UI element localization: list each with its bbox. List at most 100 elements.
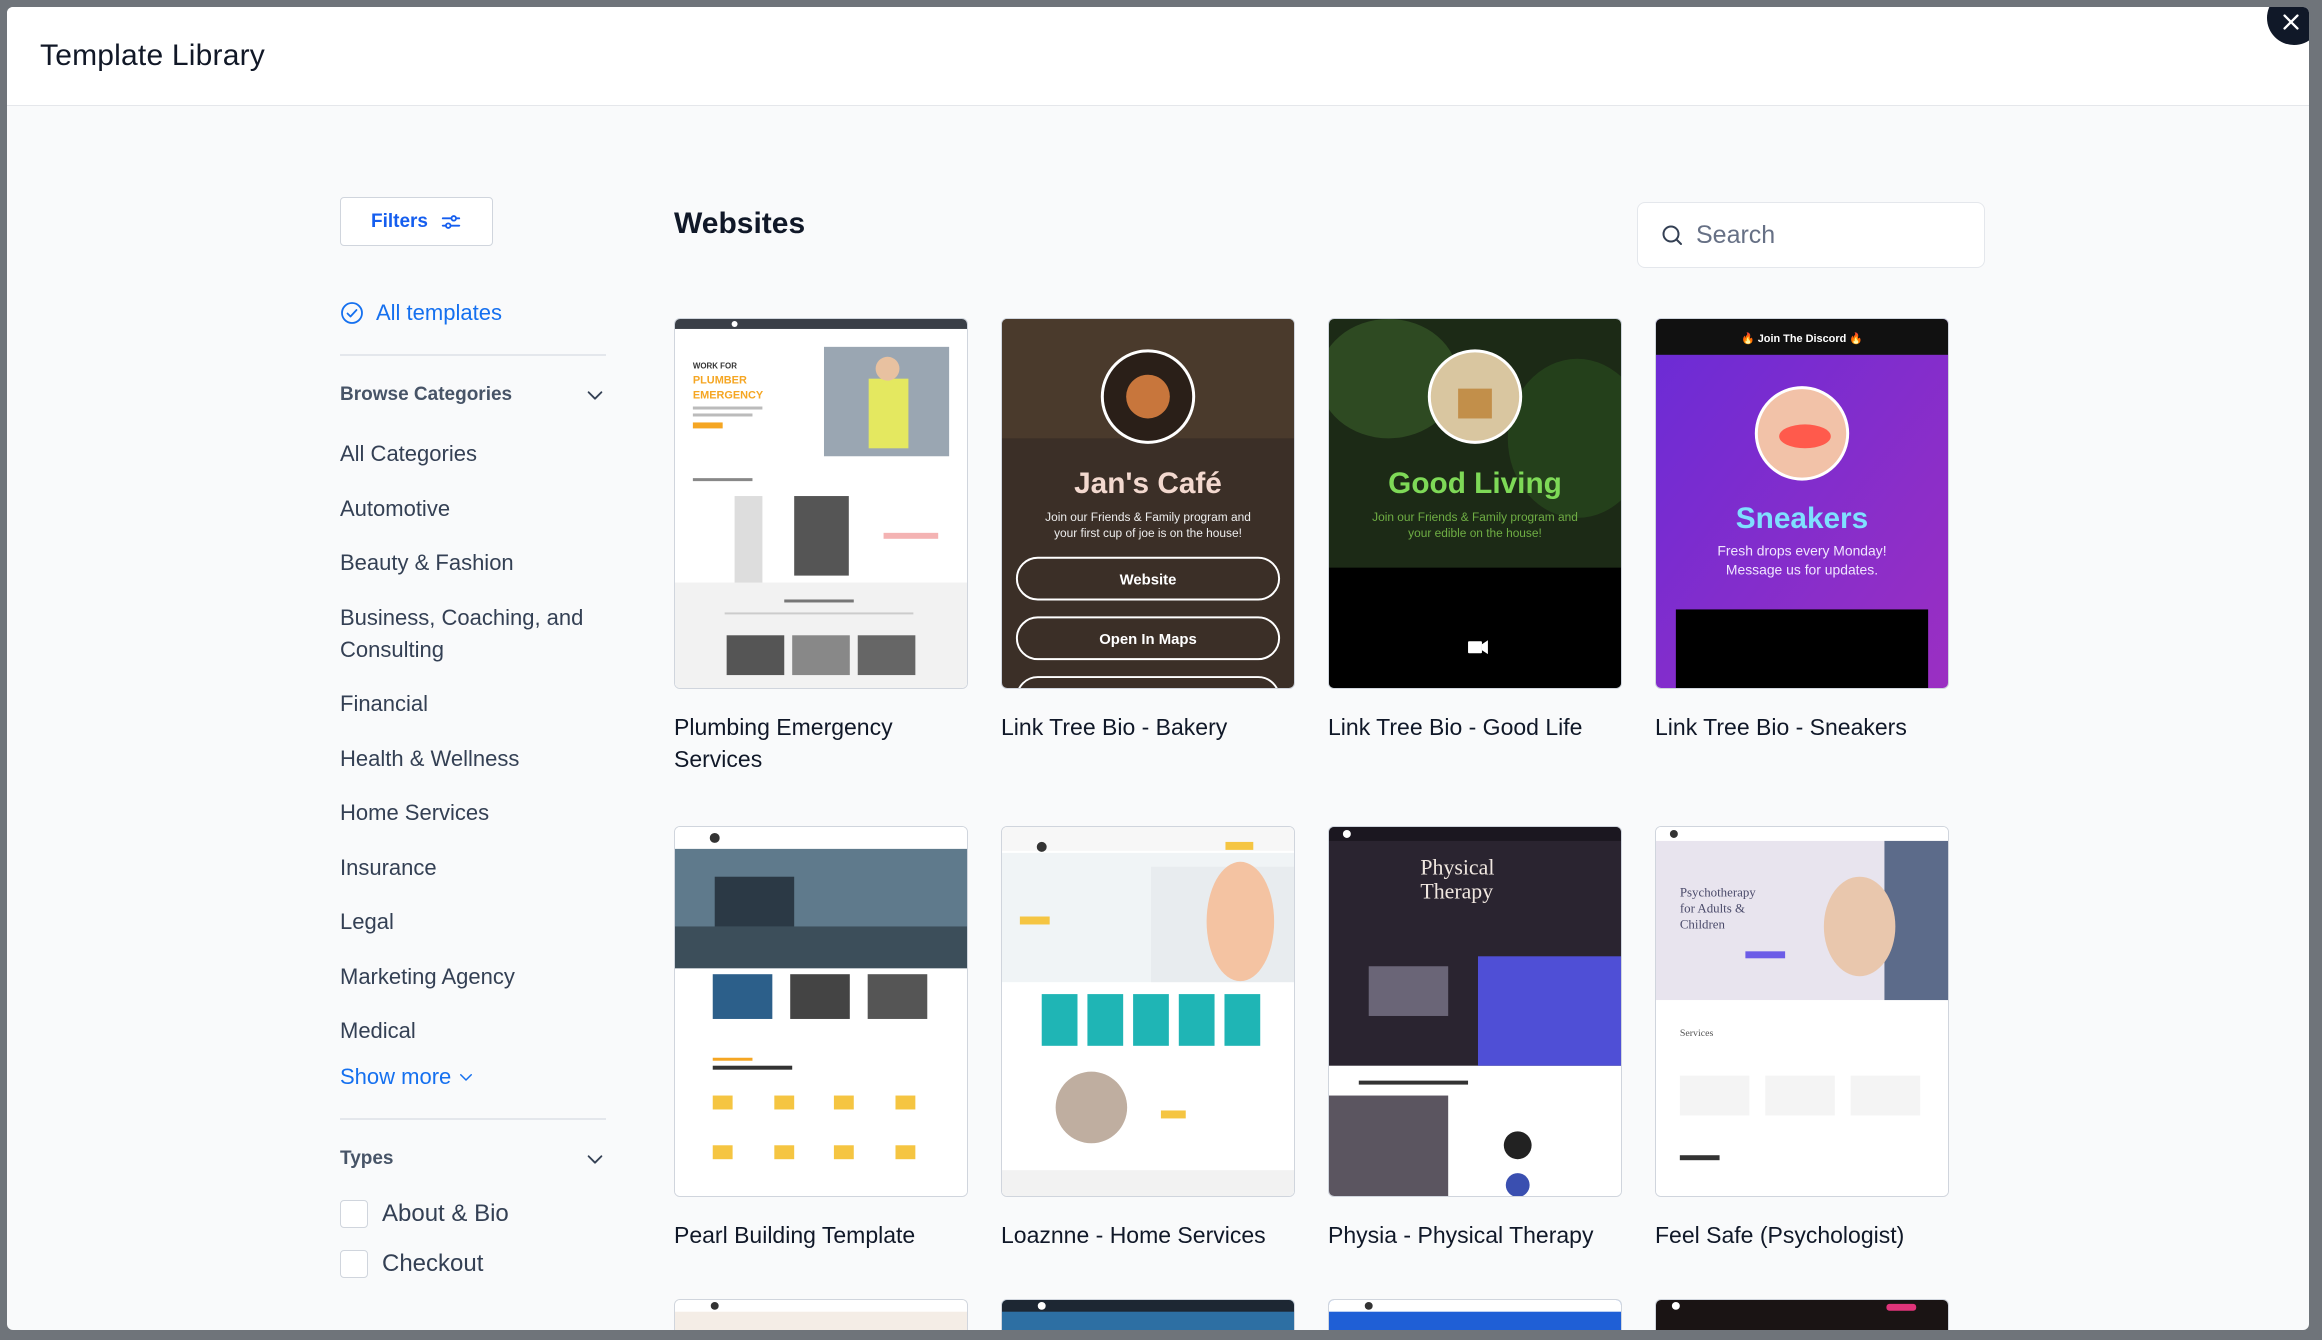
template-thumbnail[interactable]: Jan's Café Join our Friends & Family pro… [1001, 318, 1295, 689]
template-title[interactable]: Link Tree Bio - Good Life [1328, 711, 1622, 743]
svg-text:EMERGENCY: EMERGENCY [693, 390, 764, 402]
type-checkbox[interactable] [340, 1249, 368, 1278]
types-label: Types [340, 1147, 394, 1169]
template-title[interactable]: Loaznne - Home Services [1001, 1219, 1295, 1251]
plumbing-preview-image: WORK FOR PLUMBER EMERGENCY [675, 319, 967, 688]
show-more-link[interactable]: Show more [340, 1064, 610, 1090]
modal-title: Template Library [40, 39, 265, 72]
template-title[interactable]: Plumbing Emergency Services [674, 711, 968, 775]
template-preview-image [1656, 1300, 1948, 1330]
template-card[interactable]: Good Living Join our Friends & Family pr… [1328, 318, 1622, 743]
svg-text:Fresh drops every Monday!: Fresh drops every Monday! [1717, 543, 1886, 559]
svg-text:Sneakers: Sneakers [1736, 502, 1868, 535]
chevron-down-icon [460, 1073, 473, 1081]
sidebar: Filters All templates Browse Categories … [340, 197, 610, 1278]
type-label: About & Bio [382, 1199, 509, 1227]
template-card[interactable]: Loaznne - Home Services [1001, 826, 1295, 1251]
section-title: Websites [674, 207, 806, 240]
svg-text:Services: Services [1680, 1028, 1714, 1039]
all-templates-label: All templates [376, 300, 502, 325]
filters-button[interactable]: Filters [340, 197, 493, 246]
all-templates-link[interactable]: All templates [340, 300, 610, 326]
template-thumbnail[interactable]: Good Living Join our Friends & Family pr… [1328, 318, 1622, 689]
template-card[interactable] [1328, 1299, 1622, 1330]
template-title[interactable]: Link Tree Bio - Bakery [1001, 711, 1295, 743]
svg-text:your edible on the house!: your edible on the house! [1408, 526, 1542, 540]
sneakers-preview-image: 🔥 Join The Discord 🔥 Sneakers Fresh drop… [1656, 319, 1948, 688]
type-label: Checkout [382, 1249, 484, 1277]
template-title[interactable]: Link Tree Bio - Sneakers [1655, 711, 1949, 743]
feel-safe-preview-image: Psychotherapy for Adults & Children Serv… [1656, 827, 1948, 1196]
template-card[interactable]: Pearl Building Template [674, 826, 968, 1251]
category-item-automotive[interactable]: Automotive [340, 493, 606, 525]
template-card[interactable] [1655, 1299, 1949, 1330]
sidebar-divider [340, 1117, 606, 1120]
search-input[interactable]: Search [1637, 202, 1985, 268]
category-item-beauty-fashion[interactable]: Beauty & Fashion [340, 547, 606, 579]
template-card[interactable]: 🔥 Join The Discord 🔥 Sneakers Fresh drop… [1655, 318, 1949, 743]
svg-text:Physical: Physical [1420, 856, 1494, 880]
svg-text:Open In Maps: Open In Maps [1099, 632, 1197, 648]
svg-text:PLUMBER: PLUMBER [693, 375, 747, 387]
chevron-down-icon [587, 391, 603, 400]
show-more-label: Show more [340, 1063, 452, 1089]
svg-text:Join our Friends & Family prog: Join our Friends & Family program and [1372, 510, 1578, 524]
template-thumbnail[interactable] [1001, 1299, 1295, 1330]
browse-categories-toggle[interactable]: Browse Categories [340, 384, 606, 406]
filters-sliders-icon [441, 214, 461, 229]
chevron-down-icon [587, 1154, 603, 1164]
physia-preview-image: Physical Therapy [1329, 827, 1621, 1196]
template-thumbnail[interactable] [674, 826, 968, 1197]
template-library-modal: Template Library Filters All templates B… [7, 7, 2309, 1330]
template-thumbnail[interactable] [1001, 826, 1295, 1197]
template-thumbnail[interactable]: Psychotherapy for Adults & Children Serv… [1655, 826, 1949, 1197]
svg-text:your first cup of joe is on th: your first cup of joe is on the house! [1054, 526, 1242, 540]
pearl-building-preview-image [675, 827, 967, 1196]
filters-label: Filters [370, 210, 429, 232]
template-thumbnail[interactable]: Physical Therapy [1328, 826, 1622, 1197]
svg-text:WORK FOR: WORK FOR [693, 362, 737, 371]
category-item-medical[interactable]: Medical [340, 1015, 606, 1047]
type-checkbox[interactable] [340, 1199, 368, 1228]
types-toggle[interactable]: Types [340, 1148, 606, 1170]
template-card[interactable]: WORK FOR PLUMBER EMERGENCY Plumbing Emer… [674, 318, 968, 775]
svg-text:Message us for updates.: Message us for updates. [1726, 562, 1878, 578]
template-card[interactable] [1001, 1299, 1295, 1330]
category-item-business[interactable]: Business, Coaching, and Consulting [340, 602, 606, 666]
browse-categories-label: Browse Categories [340, 384, 513, 405]
type-option-checkout[interactable]: Checkout [340, 1249, 610, 1278]
loaznne-preview-image [1002, 827, 1294, 1196]
sidebar-divider [340, 354, 606, 356]
category-item-financial[interactable]: Financial [340, 688, 606, 720]
type-option-about-bio[interactable]: About & Bio [340, 1199, 610, 1228]
template-thumbnail[interactable] [1328, 1299, 1622, 1330]
svg-text:🔥 Join The Discord 🔥: 🔥 Join The Discord 🔥 [1741, 332, 1863, 345]
template-thumbnail[interactable]: 🔥 Join The Discord 🔥 Sneakers Fresh drop… [1655, 318, 1949, 689]
template-card[interactable]: Psychotherapy for Adults & Children Serv… [1655, 826, 1949, 1251]
svg-text:Join our Friends & Family prog: Join our Friends & Family program and [1045, 510, 1251, 524]
search-icon [1662, 225, 1682, 245]
template-card[interactable]: Physical Therapy Physia - Physical Thera… [1328, 826, 1622, 1251]
template-title[interactable]: Pearl Building Template [674, 1219, 968, 1251]
template-thumbnail[interactable]: WORK FOR PLUMBER EMERGENCY [674, 318, 968, 689]
close-icon [2283, 14, 2299, 30]
category-item-all[interactable]: All Categories [340, 438, 606, 470]
template-card[interactable]: Jan's Café Join our Friends & Family pro… [1001, 318, 1295, 743]
category-item-health[interactable]: Health & Wellness [340, 743, 606, 775]
template-thumbnail[interactable] [674, 1299, 968, 1330]
template-thumbnail[interactable] [1655, 1299, 1949, 1330]
template-preview-image [1002, 1300, 1294, 1330]
svg-text:for Adults &: for Adults & [1680, 901, 1745, 916]
template-title[interactable]: Feel Safe (Psychologist) [1655, 1219, 1949, 1251]
search-placeholder: Search [1696, 220, 1776, 249]
template-card[interactable] [674, 1299, 968, 1330]
category-item-marketing[interactable]: Marketing Agency [340, 961, 606, 993]
category-item-home-services[interactable]: Home Services [340, 797, 606, 829]
template-title[interactable]: Physia - Physical Therapy [1328, 1219, 1622, 1251]
check-circle-icon [341, 302, 363, 324]
svg-text:Therapy: Therapy [1420, 880, 1493, 904]
category-item-legal[interactable]: Legal [340, 906, 606, 938]
category-item-insurance[interactable]: Insurance [340, 852, 606, 884]
svg-text:Jan's Café: Jan's Café [1074, 467, 1222, 500]
template-preview-image [675, 1300, 967, 1330]
